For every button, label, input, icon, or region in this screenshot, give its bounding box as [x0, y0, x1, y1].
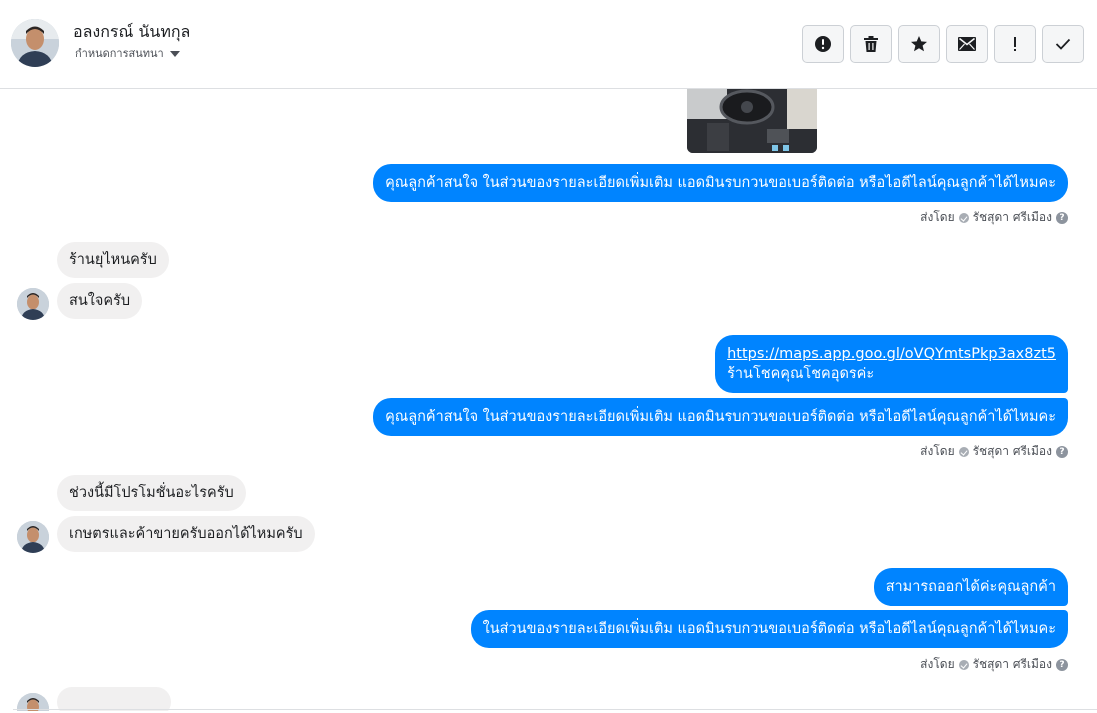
mark-done-button[interactable]	[1042, 25, 1084, 63]
conversation-actions	[802, 25, 1084, 63]
outgoing-link-message[interactable]: https://maps.app.goo.gl/oVQYmtsPkp3ax8zt…	[715, 335, 1068, 393]
mark-unread-button[interactable]	[946, 25, 988, 63]
sent-by-agent[interactable]: รัชสุดา ศรีเมือง	[973, 655, 1052, 674]
delete-button[interactable]	[850, 25, 892, 63]
car-interior-photo[interactable]	[687, 89, 817, 153]
star-button[interactable]	[898, 25, 940, 63]
incoming-message[interactable]: สนใจครับ	[57, 283, 143, 319]
sent-by-info: ส่งโดย รัชสุดา ศรีเมือง ?	[920, 655, 1068, 674]
sent-by-label: ส่งโดย	[920, 444, 955, 458]
conversation-header: อลงกรณ์ นันทกุล กำหนดการสนทนา	[0, 0, 1097, 89]
outgoing-message[interactable]: ในส่วนของรายละเอียดเพิ่มเติม แอดมินรบกวน…	[470, 610, 1068, 648]
trash-icon	[864, 36, 878, 52]
sent-by-agent[interactable]: รัชสุดา ศรีเมือง	[973, 442, 1052, 461]
sent-by-info: ส่งโดย รัชสุดา ศรีเมือง ?	[920, 442, 1068, 461]
help-icon[interactable]: ?	[1056, 445, 1068, 458]
agent-check-icon	[958, 446, 969, 457]
contact-avatar-small[interactable]	[17, 288, 49, 320]
agent-check-icon	[958, 659, 969, 670]
help-icon[interactable]: ?	[1056, 211, 1068, 224]
incoming-message-partial[interactable]	[57, 687, 171, 711]
assign-conversation-dropdown[interactable]: กำหนดการสนทนา	[75, 44, 180, 62]
agent-check-icon	[958, 212, 969, 223]
contact-name[interactable]: อลงกรณ์ นันทกุล	[73, 20, 190, 45]
incoming-message[interactable]: เกษตรและค้าขายครับออกได้ไหมครับ	[57, 516, 315, 552]
star-icon	[911, 36, 927, 52]
maps-link[interactable]: https://maps.app.goo.gl/oVQYmtsPkp3ax8zt…	[727, 346, 1056, 362]
contact-avatar[interactable]	[11, 19, 59, 67]
assign-label: กำหนดการสนทนา	[75, 47, 164, 60]
incoming-message[interactable]: ช่วงนี้มีโปรโมชั่นอะไรครับ	[57, 475, 246, 511]
message-thread[interactable]: คุณลูกค้าสนใจ ในส่วนของรายละเอียดเพิ่มเต…	[0, 89, 1097, 711]
help-icon[interactable]: ?	[1056, 658, 1068, 671]
caret-down-icon	[169, 50, 180, 57]
sent-by-agent[interactable]: รัชสุดา ศรีเมือง	[973, 208, 1052, 227]
outgoing-message[interactable]: คุณลูกค้าสนใจ ในส่วนของรายละเอียดเพิ่มเต…	[373, 164, 1068, 202]
spam-report-button[interactable]	[802, 25, 844, 63]
incoming-message[interactable]: ร้านยุไหนครับ	[57, 242, 169, 278]
sent-by-info: ส่งโดย รัชสุดา ศรีเมือง ?	[920, 208, 1068, 227]
exclamation-icon	[1014, 37, 1016, 51]
composer-border	[13, 709, 1097, 713]
exclamation-circle-icon	[815, 36, 831, 52]
follow-up-button[interactable]	[994, 25, 1036, 63]
sent-by-label: ส่งโดย	[920, 210, 955, 224]
checkmark-icon	[1055, 38, 1071, 50]
contact-avatar-small[interactable]	[17, 521, 49, 553]
envelope-icon	[958, 37, 976, 51]
outgoing-message[interactable]: สามารถออกได้ค่ะคุณลูกค้า	[873, 568, 1068, 606]
outgoing-message[interactable]: คุณลูกค้าสนใจ ในส่วนของรายละเอียดเพิ่มเต…	[373, 398, 1068, 436]
sent-by-label: ส่งโดย	[920, 657, 955, 671]
link-caption: ร้านโชคคุณโชคอุดรค่ะ	[727, 366, 875, 382]
